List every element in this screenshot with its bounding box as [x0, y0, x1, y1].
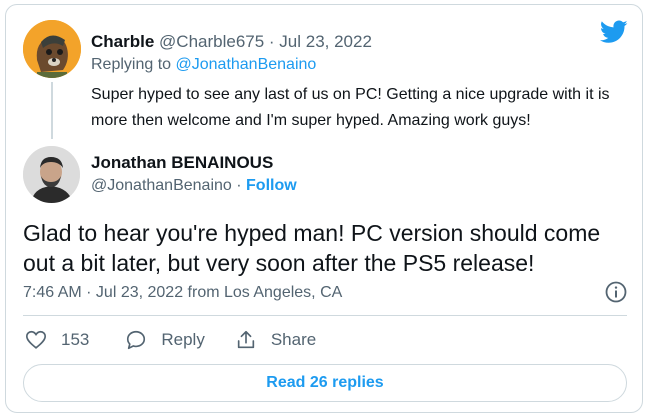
reply-label: Reply	[161, 330, 205, 349]
main-author-handle-line: @JonathanBenaino · Follow	[91, 177, 297, 195]
heart-icon	[26, 330, 46, 349]
reply-separator: ·	[264, 32, 280, 51]
main-author-handle[interactable]: @JonathanBenaino	[91, 177, 232, 194]
replying-to-line: Replying to @JonathanBenaino	[91, 56, 316, 74]
like-button[interactable]: 153	[25, 329, 89, 351]
replying-to-link[interactable]: @JonathanBenaino	[176, 56, 317, 73]
reply-author-name[interactable]: Charble	[91, 32, 154, 51]
actions-divider	[23, 315, 627, 316]
charble-avatar[interactable]	[23, 20, 81, 78]
reply-tweet-header: Charble @Charble675 · Jul 23, 2022	[91, 32, 372, 52]
tweet-embed-card: Charble @Charble675 · Jul 23, 2022 Reply…	[5, 4, 643, 413]
tweet-actions: 153 Reply Share	[23, 326, 316, 354]
reply-tweet-text: Super hyped to see any last of us on PC!…	[91, 86, 610, 129]
reply-date[interactable]: Jul 23, 2022	[279, 32, 372, 51]
like-count: 153	[61, 330, 90, 349]
main-separator: ·	[231, 177, 247, 194]
jonathan-avatar[interactable]	[23, 146, 80, 203]
follow-button[interactable]: Follow	[246, 177, 297, 194]
main-author-name[interactable]: Jonathan BENAINOUS	[91, 153, 273, 173]
speech-bubble-icon	[127, 330, 146, 350]
thread-connector-line	[51, 82, 53, 139]
main-tweet-text: Glad to hear you're hyped man! PC versio…	[23, 220, 601, 276]
info-icon[interactable]	[604, 280, 628, 304]
reply-author-handle[interactable]: @Charble675	[159, 32, 264, 51]
share-arrow-icon	[237, 330, 255, 349]
read-replies-button[interactable]: Read 26 replies	[23, 364, 627, 402]
tweet-timestamp[interactable]: 7:46 AM · Jul 23, 2022 from Los Angeles,…	[23, 284, 342, 302]
replying-prefix: Replying to	[91, 56, 176, 73]
twitter-bird-icon[interactable]	[600, 20, 628, 44]
share-label: Share	[270, 330, 317, 349]
reply-button[interactable]: Reply	[125, 329, 205, 351]
share-button[interactable]: Share	[235, 329, 316, 351]
